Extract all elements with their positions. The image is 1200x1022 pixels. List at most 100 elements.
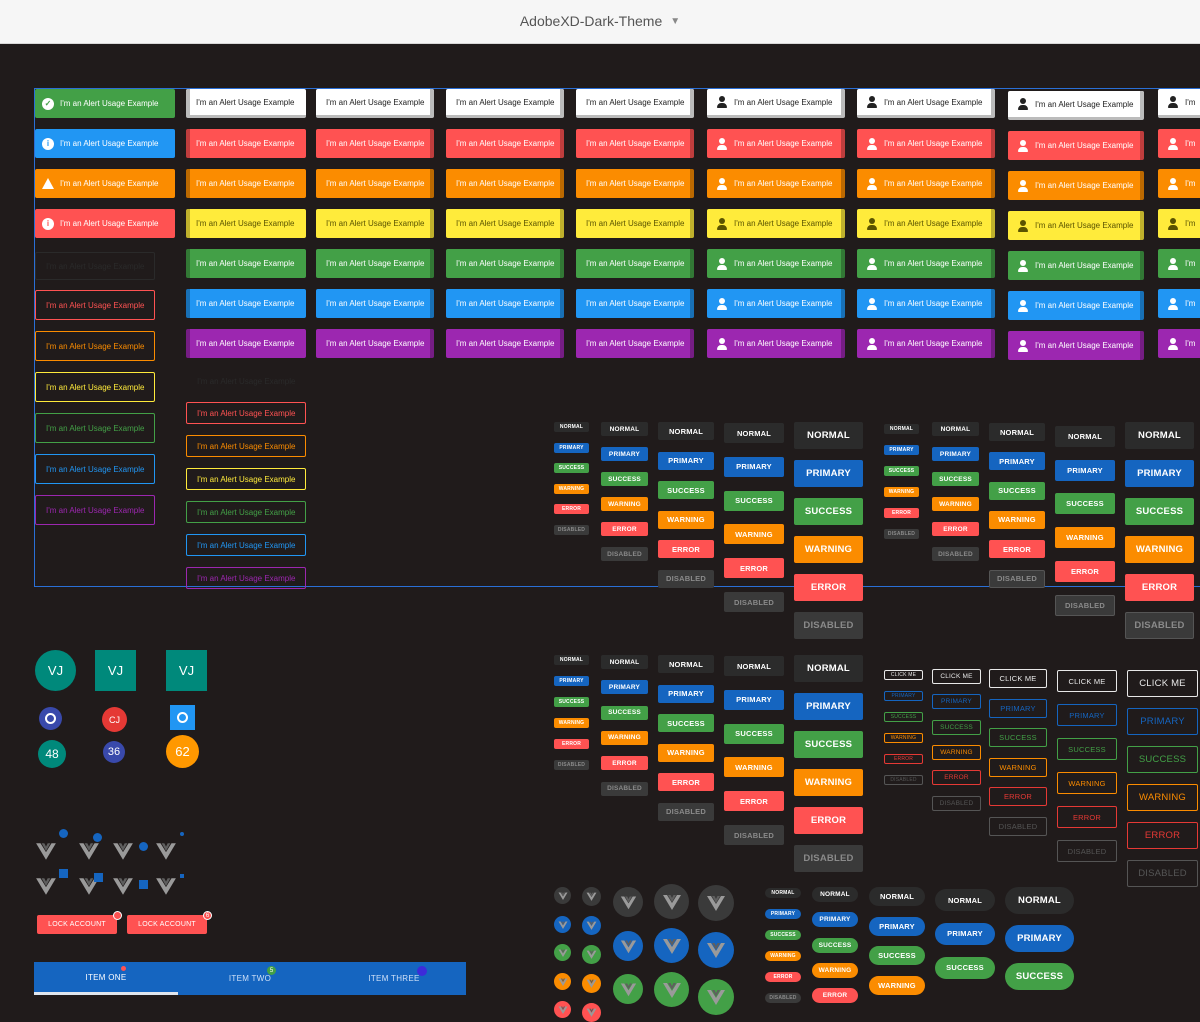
success-button[interactable]: SUCCESS — [724, 490, 784, 511]
alert-filled[interactable]: I'm an Alert Usage Example — [186, 289, 306, 318]
success-button[interactable]: SUCCESS — [794, 731, 863, 758]
primary-button[interactable]: PRIMARY — [724, 689, 784, 710]
icon-button[interactable] — [613, 930, 643, 961]
warning-outline-button[interactable]: WARNING — [884, 733, 923, 743]
normal-button[interactable]: NORMAL — [932, 422, 979, 436]
normal-outline-button[interactable]: CLICK ME — [932, 669, 981, 684]
alert-filled[interactable]: I'm an Alert Usage Example — [316, 249, 434, 278]
success-button[interactable]: SUCCESS — [884, 466, 919, 476]
alert-filled[interactable]: I'm an Alert Usage Example — [576, 209, 694, 238]
alert-outline[interactable]: I'm an Alert Usage Example — [186, 402, 306, 424]
normal-button[interactable]: NORMAL — [554, 422, 589, 432]
icon-button[interactable] — [654, 928, 689, 963]
alert-success[interactable]: ✓ I'm an Alert Usage Example — [35, 89, 175, 118]
alert-filled[interactable]: I'm an Alert Usage Example — [316, 209, 434, 238]
normal-button[interactable]: NORMAL — [1055, 426, 1115, 447]
alert-white[interactable]: I'm an Alert Usage Example — [1008, 91, 1144, 120]
normal-outline-button[interactable]: CLICK ME — [1057, 670, 1117, 692]
error-outline-button[interactable]: ERROR — [989, 787, 1047, 807]
warning-button[interactable]: WARNING — [869, 975, 925, 995]
alert-filled[interactable]: I'm an Alert Usage Example — [446, 329, 564, 358]
alert-filled[interactable]: I'm an Alert Usage Example — [857, 129, 995, 158]
primary-button[interactable]: PRIMARY — [601, 680, 648, 695]
icon-button[interactable] — [554, 915, 571, 933]
alert-white[interactable]: I'm an Alert Usage Example — [186, 89, 306, 118]
primary-button[interactable]: PRIMARY — [765, 909, 801, 919]
error-button[interactable]: ERROR — [601, 756, 648, 771]
primary-button[interactable]: PRIMARY — [935, 922, 995, 945]
tab-item-one[interactable]: ITEM ONE — [34, 962, 178, 995]
normal-button[interactable]: NORMAL — [869, 887, 925, 906]
window-title[interactable]: AdobeXD-Dark-Theme ▼ — [0, 13, 1200, 29]
success-button[interactable]: SUCCESS — [724, 723, 784, 744]
warning-outline-button[interactable]: WARNING — [1057, 772, 1117, 794]
success-outline-button[interactable]: SUCCESS — [1127, 746, 1198, 773]
warning-button[interactable]: WARNING — [989, 510, 1045, 529]
alert-filled[interactable]: I'm — [1158, 169, 1200, 198]
icon-button[interactable] — [698, 885, 734, 921]
error-button[interactable]: ERROR — [601, 522, 648, 536]
success-button[interactable]: SUCCESS — [658, 714, 714, 732]
alert-filled[interactable]: I'm an Alert Usage Example — [1008, 251, 1144, 280]
alert-filled[interactable]: I'm an Alert Usage Example — [857, 289, 995, 318]
lock-account-button[interactable]: LOCK ACCOUNT — [127, 915, 207, 934]
alert-filled[interactable]: I'm an Alert Usage Example — [576, 249, 694, 278]
warning-button[interactable]: WARNING — [794, 536, 863, 563]
alert-filled[interactable]: I'm an Alert Usage Example — [186, 329, 306, 358]
alert-outline[interactable]: I'm an Alert Usage Example — [186, 534, 306, 556]
alert-filled[interactable]: I'm — [1158, 129, 1200, 158]
success-button[interactable]: SUCCESS — [932, 472, 979, 486]
alert-filled[interactable]: I'm an Alert Usage Example — [707, 289, 845, 318]
alert-info[interactable]: i I'm an Alert Usage Example — [35, 129, 175, 158]
error-button[interactable]: ERROR — [794, 574, 863, 601]
alert-filled[interactable]: I'm an Alert Usage Example — [857, 209, 995, 238]
alert-white[interactable]: I'm an Alert Usage Example — [446, 89, 564, 118]
warning-button[interactable]: WARNING — [765, 951, 801, 961]
alert-filled[interactable]: I'm an Alert Usage Example — [446, 169, 564, 198]
warning-button[interactable]: WARNING — [794, 769, 863, 796]
icon-button[interactable] — [613, 974, 643, 1004]
success-button[interactable]: SUCCESS — [601, 705, 648, 720]
icon-button[interactable] — [582, 887, 601, 906]
warning-button[interactable]: WARNING — [724, 757, 784, 778]
success-button[interactable]: SUCCESS — [765, 930, 801, 940]
normal-outline-button[interactable]: CLICK ME — [1127, 670, 1198, 697]
error-button[interactable]: ERROR — [724, 558, 784, 579]
icon-button[interactable] — [582, 1003, 601, 1022]
primary-button[interactable]: PRIMARY — [794, 693, 863, 720]
lock-account-button[interactable]: LOCK ACCOUNT — [37, 915, 117, 934]
primary-button[interactable]: PRIMARY — [989, 452, 1045, 471]
normal-button[interactable]: NORMAL — [812, 887, 858, 902]
alert-outline-dark[interactable]: I'm an Alert Usage Example — [186, 370, 306, 392]
error-button[interactable]: ERROR — [884, 508, 919, 518]
alert-filled[interactable]: I'm — [1158, 209, 1200, 238]
success-outline-button[interactable]: SUCCESS — [989, 728, 1047, 748]
error-button[interactable]: ERROR — [1055, 560, 1115, 582]
primary-button[interactable]: PRIMARY — [869, 916, 925, 936]
success-outline-button[interactable]: SUCCESS — [932, 719, 981, 735]
alert-filled[interactable]: I'm an Alert Usage Example — [446, 209, 564, 238]
error-button[interactable]: ERROR — [658, 540, 714, 558]
success-button[interactable]: SUCCESS — [989, 481, 1045, 500]
warning-button[interactable]: WARNING — [884, 487, 919, 497]
alert-white[interactable]: I'm — [1158, 89, 1200, 118]
alert-filled[interactable]: I'm an Alert Usage Example — [1008, 291, 1144, 320]
warning-button[interactable]: WARNING — [724, 524, 784, 545]
alert-filled[interactable]: I'm an Alert Usage Example — [857, 329, 995, 358]
success-outline-button[interactable]: SUCCESS — [1057, 738, 1117, 760]
alert-filled[interactable]: I'm an Alert Usage Example — [707, 169, 845, 198]
normal-button[interactable]: NORMAL — [935, 889, 995, 911]
alert-outline[interactable]: I'm an Alert Usage Example — [186, 501, 306, 523]
success-button[interactable]: SUCCESS — [1125, 498, 1194, 525]
success-button[interactable]: SUCCESS — [812, 937, 858, 953]
alert-filled[interactable]: I'm an Alert Usage Example — [707, 329, 845, 358]
success-outline-button[interactable]: SUCCESS — [884, 712, 923, 722]
alert-outline-dark[interactable]: I'm an Alert Usage Example — [35, 252, 155, 280]
alert-white[interactable]: I'm an Alert Usage Example — [707, 89, 845, 118]
warning-button[interactable]: WARNING — [1125, 536, 1194, 563]
error-button[interactable]: ERROR — [658, 773, 714, 791]
success-button[interactable]: SUCCESS — [1005, 963, 1074, 990]
icon-button[interactable] — [654, 884, 689, 919]
primary-outline-button[interactable]: PRIMARY — [932, 694, 981, 710]
normal-button[interactable]: NORMAL — [554, 655, 589, 665]
